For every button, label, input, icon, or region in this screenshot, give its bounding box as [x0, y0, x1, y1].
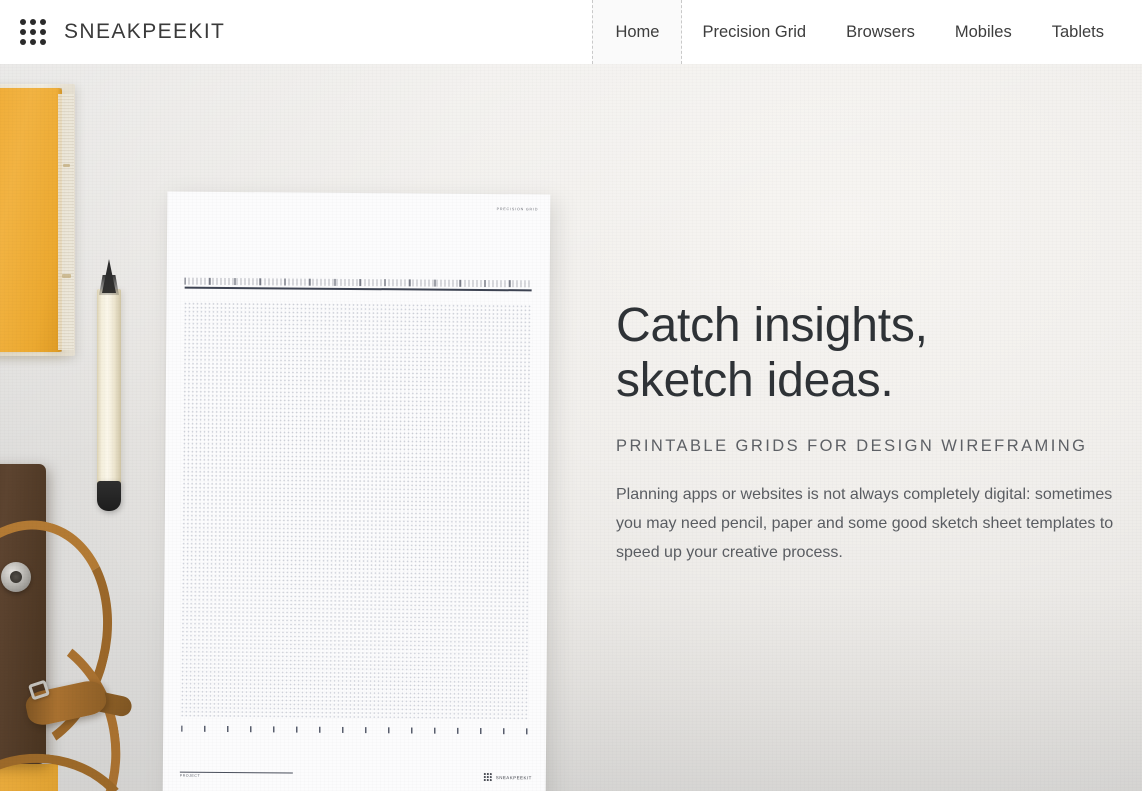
- pencil: [95, 259, 123, 511]
- pencil-body: [97, 289, 121, 484]
- sheet-top-ruler: [184, 277, 532, 295]
- page-title: Catch insights, sketch ideas.: [616, 298, 1136, 408]
- project-label: PROJECT: [179, 773, 201, 778]
- brand[interactable]: SNEAKPEEKIT: [0, 19, 225, 45]
- notebook-mark: [63, 164, 70, 167]
- pencil-end-cap: [97, 481, 121, 511]
- nav-item-tablets[interactable]: Tablets: [1032, 0, 1124, 64]
- nav-item-browsers[interactable]: Browsers: [826, 0, 935, 64]
- notebook-mark: [62, 274, 71, 278]
- sheet-footer-brand-name: SNEAKPEEKIT: [495, 774, 532, 780]
- headline-line-1: Catch insights,: [616, 299, 928, 352]
- sheet-dot-grid: [180, 301, 533, 720]
- ruler-major-ticks: [184, 277, 532, 288]
- sheet-project-field: PROJECT: [180, 771, 293, 778]
- grid-dots-icon: [483, 773, 492, 781]
- ruler-baseline: [184, 286, 532, 291]
- hero-section: PRECISION GRID PROJECT SNEAKPEEKIT Catch…: [0, 64, 1142, 791]
- brand-name: SNEAKPEEKIT: [64, 20, 226, 43]
- sheet-footer-brand: SNEAKPEEKIT: [483, 773, 532, 781]
- grid-dots-icon: [20, 19, 46, 45]
- printable-grid-sheet: PRECISION GRID PROJECT SNEAKPEEKIT: [162, 191, 551, 791]
- hero-copy: Catch insights, sketch ideas. PRINTABLE …: [616, 298, 1136, 567]
- sheet-bottom-ruler: [181, 725, 529, 735]
- notebook-page-edges: [58, 94, 74, 350]
- notebook-cover: [0, 88, 62, 352]
- site-header: SNEAKPEEKIT Home Precision Grid Browsers…: [0, 0, 1142, 64]
- main-nav: Home Precision Grid Browsers Mobiles Tab…: [592, 0, 1142, 64]
- nav-item-home[interactable]: Home: [592, 0, 683, 64]
- nav-item-precision-grid[interactable]: Precision Grid: [682, 0, 826, 64]
- sheet-top-label: PRECISION GRID: [496, 207, 539, 212]
- hero-body-text: Planning apps or websites is not always …: [616, 486, 1114, 561]
- hero-subheadline: PRINTABLE GRIDS FOR DESIGN WIREFRAMING: [616, 437, 1088, 455]
- nav-item-mobiles[interactable]: Mobiles: [935, 0, 1032, 64]
- headline-line-2: sketch ideas.: [616, 354, 894, 407]
